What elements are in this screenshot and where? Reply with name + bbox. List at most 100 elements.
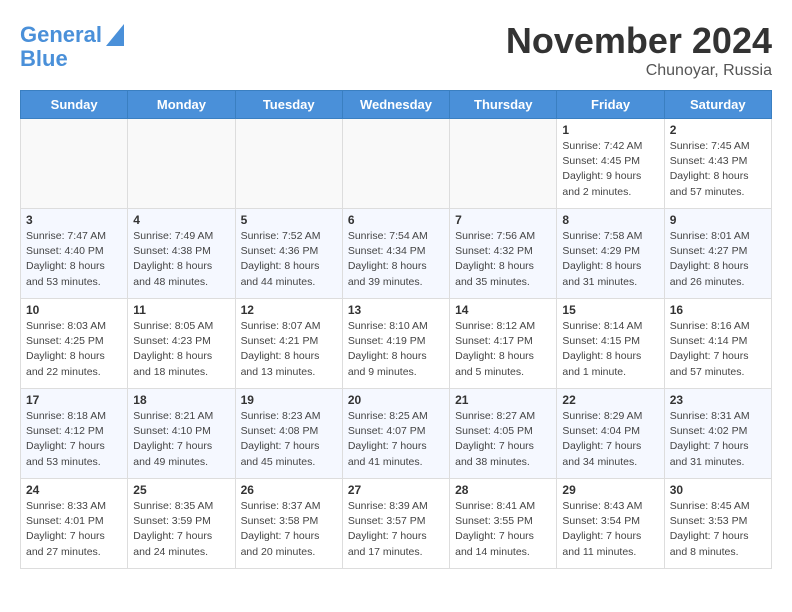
day-number: 30 bbox=[670, 483, 766, 497]
day-info: Sunrise: 7:58 AM Sunset: 4:29 PM Dayligh… bbox=[562, 229, 658, 290]
day-info: Sunrise: 7:45 AM Sunset: 4:43 PM Dayligh… bbox=[670, 139, 766, 200]
day-number: 10 bbox=[26, 303, 122, 317]
day-info: Sunrise: 8:10 AM Sunset: 4:19 PM Dayligh… bbox=[348, 319, 444, 380]
day-info: Sunrise: 8:25 AM Sunset: 4:07 PM Dayligh… bbox=[348, 409, 444, 470]
day-number: 29 bbox=[562, 483, 658, 497]
weekday-header-thursday: Thursday bbox=[450, 91, 557, 119]
day-info: Sunrise: 8:37 AM Sunset: 3:58 PM Dayligh… bbox=[241, 499, 337, 560]
calendar-cell: 25Sunrise: 8:35 AM Sunset: 3:59 PM Dayli… bbox=[128, 479, 235, 569]
weekday-header-tuesday: Tuesday bbox=[235, 91, 342, 119]
calendar-cell: 28 Sunrise: 8:41 AM Sunset: 3:55 PM Dayli… bbox=[450, 479, 557, 569]
calendar-week-4: 17Sunrise: 8:18 AM Sunset: 4:12 PM Dayli… bbox=[21, 389, 772, 479]
location-subtitle: Chunoyar, Russia bbox=[506, 62, 772, 80]
month-title: November 2024 bbox=[506, 20, 772, 62]
day-info: Sunrise: 7:56 AM Sunset: 4:32 PM Dayligh… bbox=[455, 229, 551, 290]
calendar-cell: 26 Sunrise: 8:37 AM Sunset: 3:58 PM Dayli… bbox=[235, 479, 342, 569]
day-number: 12 bbox=[241, 303, 337, 317]
day-info: Sunrise: 7:42 AM Sunset: 4:45 PM Dayligh… bbox=[562, 139, 658, 200]
weekday-header-friday: Friday bbox=[557, 91, 664, 119]
calendar-cell: 6 Sunrise: 7:54 AM Sunset: 4:34 PM Daylig… bbox=[342, 209, 449, 299]
calendar-cell: 30 Sunrise: 8:45 AM Sunset: 3:53 PM Dayli… bbox=[664, 479, 771, 569]
day-info: Sunrise: 8:12 AM Sunset: 4:17 PM Dayligh… bbox=[455, 319, 551, 380]
day-number: 18 bbox=[133, 393, 229, 407]
day-info: Sunrise: 8:05 AM Sunset: 4:23 PM Dayligh… bbox=[133, 319, 229, 380]
calendar-cell: 15Sunrise: 8:14 AM Sunset: 4:15 PM Dayli… bbox=[557, 299, 664, 389]
day-info: Sunrise: 8:41 AM Sunset: 3:55 PM Dayligh… bbox=[455, 499, 551, 560]
day-number: 27 bbox=[348, 483, 444, 497]
day-info: Sunrise: 8:21 AM Sunset: 4:10 PM Dayligh… bbox=[133, 409, 229, 470]
calendar-week-5: 24 Sunrise: 8:33 AM Sunset: 4:01 PM Dayli… bbox=[21, 479, 772, 569]
day-number: 14 bbox=[455, 303, 551, 317]
day-number: 3 bbox=[26, 213, 122, 227]
day-number: 9 bbox=[670, 213, 766, 227]
calendar-cell: 13 Sunrise: 8:10 AM Sunset: 4:19 PM Dayli… bbox=[342, 299, 449, 389]
day-info: Sunrise: 8:43 AM Sunset: 3:54 PM Dayligh… bbox=[562, 499, 658, 560]
day-number: 21 bbox=[455, 393, 551, 407]
calendar-cell bbox=[450, 119, 557, 209]
calendar-cell: 19 Sunrise: 8:23 AM Sunset: 4:08 PM Dayli… bbox=[235, 389, 342, 479]
day-number: 23 bbox=[670, 393, 766, 407]
day-number: 11 bbox=[133, 303, 229, 317]
day-info: Sunrise: 8:45 AM Sunset: 3:53 PM Dayligh… bbox=[670, 499, 766, 560]
day-info: Sunrise: 8:39 AM Sunset: 3:57 PM Dayligh… bbox=[348, 499, 444, 560]
calendar-cell: 8 Sunrise: 7:58 AM Sunset: 4:29 PM Daylig… bbox=[557, 209, 664, 299]
calendar-cell: 9Sunrise: 8:01 AM Sunset: 4:27 PM Daylig… bbox=[664, 209, 771, 299]
logo-text-line1: General bbox=[20, 23, 102, 47]
day-info: Sunrise: 8:03 AM Sunset: 4:25 PM Dayligh… bbox=[26, 319, 122, 380]
calendar-cell: 1 Sunrise: 7:42 AM Sunset: 4:45 PM Daylig… bbox=[557, 119, 664, 209]
day-info: Sunrise: 8:16 AM Sunset: 4:14 PM Dayligh… bbox=[670, 319, 766, 380]
day-number: 22 bbox=[562, 393, 658, 407]
weekday-header-sunday: Sunday bbox=[21, 91, 128, 119]
day-info: Sunrise: 8:35 AM Sunset: 3:59 PM Dayligh… bbox=[133, 499, 229, 560]
calendar-cell: 10 Sunrise: 8:03 AM Sunset: 4:25 PM Dayli… bbox=[21, 299, 128, 389]
calendar-cell: 2Sunrise: 7:45 AM Sunset: 4:43 PM Daylig… bbox=[664, 119, 771, 209]
calendar-cell: 3Sunrise: 7:47 AM Sunset: 4:40 PM Daylig… bbox=[21, 209, 128, 299]
title-block: November 2024 Chunoyar, Russia bbox=[506, 20, 772, 80]
calendar-cell: 27 Sunrise: 8:39 AM Sunset: 3:57 PM Dayli… bbox=[342, 479, 449, 569]
calendar-cell: 18 Sunrise: 8:21 AM Sunset: 4:10 PM Dayli… bbox=[128, 389, 235, 479]
calendar-cell: 11 Sunrise: 8:05 AM Sunset: 4:23 PM Dayli… bbox=[128, 299, 235, 389]
calendar-week-1: 1 Sunrise: 7:42 AM Sunset: 4:45 PM Daylig… bbox=[21, 119, 772, 209]
day-number: 8 bbox=[562, 213, 658, 227]
logo-text-line2: Blue bbox=[20, 47, 68, 71]
weekday-header-saturday: Saturday bbox=[664, 91, 771, 119]
calendar-cell: 12 Sunrise: 8:07 AM Sunset: 4:21 PM Dayli… bbox=[235, 299, 342, 389]
calendar-cell: 21 Sunrise: 8:27 AM Sunset: 4:05 PM Dayli… bbox=[450, 389, 557, 479]
day-info: Sunrise: 8:33 AM Sunset: 4:01 PM Dayligh… bbox=[26, 499, 122, 560]
calendar-cell bbox=[128, 119, 235, 209]
calendar-table: SundayMondayTuesdayWednesdayThursdayFrid… bbox=[20, 90, 772, 569]
day-info: Sunrise: 7:54 AM Sunset: 4:34 PM Dayligh… bbox=[348, 229, 444, 290]
day-number: 20 bbox=[348, 393, 444, 407]
day-info: Sunrise: 8:23 AM Sunset: 4:08 PM Dayligh… bbox=[241, 409, 337, 470]
day-number: 24 bbox=[26, 483, 122, 497]
calendar-cell: 22Sunrise: 8:29 AM Sunset: 4:04 PM Dayli… bbox=[557, 389, 664, 479]
day-number: 16 bbox=[670, 303, 766, 317]
day-info: Sunrise: 8:31 AM Sunset: 4:02 PM Dayligh… bbox=[670, 409, 766, 470]
day-number: 26 bbox=[241, 483, 337, 497]
calendar-cell bbox=[235, 119, 342, 209]
day-number: 7 bbox=[455, 213, 551, 227]
day-info: Sunrise: 7:49 AM Sunset: 4:38 PM Dayligh… bbox=[133, 229, 229, 290]
day-number: 1 bbox=[562, 123, 658, 137]
logo: General Blue bbox=[20, 20, 124, 71]
page-header: General Blue November 2024 Chunoyar, Rus… bbox=[20, 20, 772, 80]
calendar-cell: 23 Sunrise: 8:31 AM Sunset: 4:02 PM Dayli… bbox=[664, 389, 771, 479]
day-number: 13 bbox=[348, 303, 444, 317]
calendar-cell: 4 Sunrise: 7:49 AM Sunset: 4:38 PM Daylig… bbox=[128, 209, 235, 299]
calendar-cell: 14 Sunrise: 8:12 AM Sunset: 4:17 PM Dayli… bbox=[450, 299, 557, 389]
day-number: 4 bbox=[133, 213, 229, 227]
calendar-cell: 17Sunrise: 8:18 AM Sunset: 4:12 PM Dayli… bbox=[21, 389, 128, 479]
day-number: 5 bbox=[241, 213, 337, 227]
calendar-cell: 29 Sunrise: 8:43 AM Sunset: 3:54 PM Dayli… bbox=[557, 479, 664, 569]
day-info: Sunrise: 8:27 AM Sunset: 4:05 PM Dayligh… bbox=[455, 409, 551, 470]
day-number: 6 bbox=[348, 213, 444, 227]
weekday-header-wednesday: Wednesday bbox=[342, 91, 449, 119]
day-info: Sunrise: 8:07 AM Sunset: 4:21 PM Dayligh… bbox=[241, 319, 337, 380]
weekday-header-monday: Monday bbox=[128, 91, 235, 119]
logo-icon bbox=[106, 24, 124, 46]
day-info: Sunrise: 8:14 AM Sunset: 4:15 PM Dayligh… bbox=[562, 319, 658, 380]
day-number: 17 bbox=[26, 393, 122, 407]
day-number: 28 bbox=[455, 483, 551, 497]
day-number: 19 bbox=[241, 393, 337, 407]
calendar-cell bbox=[342, 119, 449, 209]
